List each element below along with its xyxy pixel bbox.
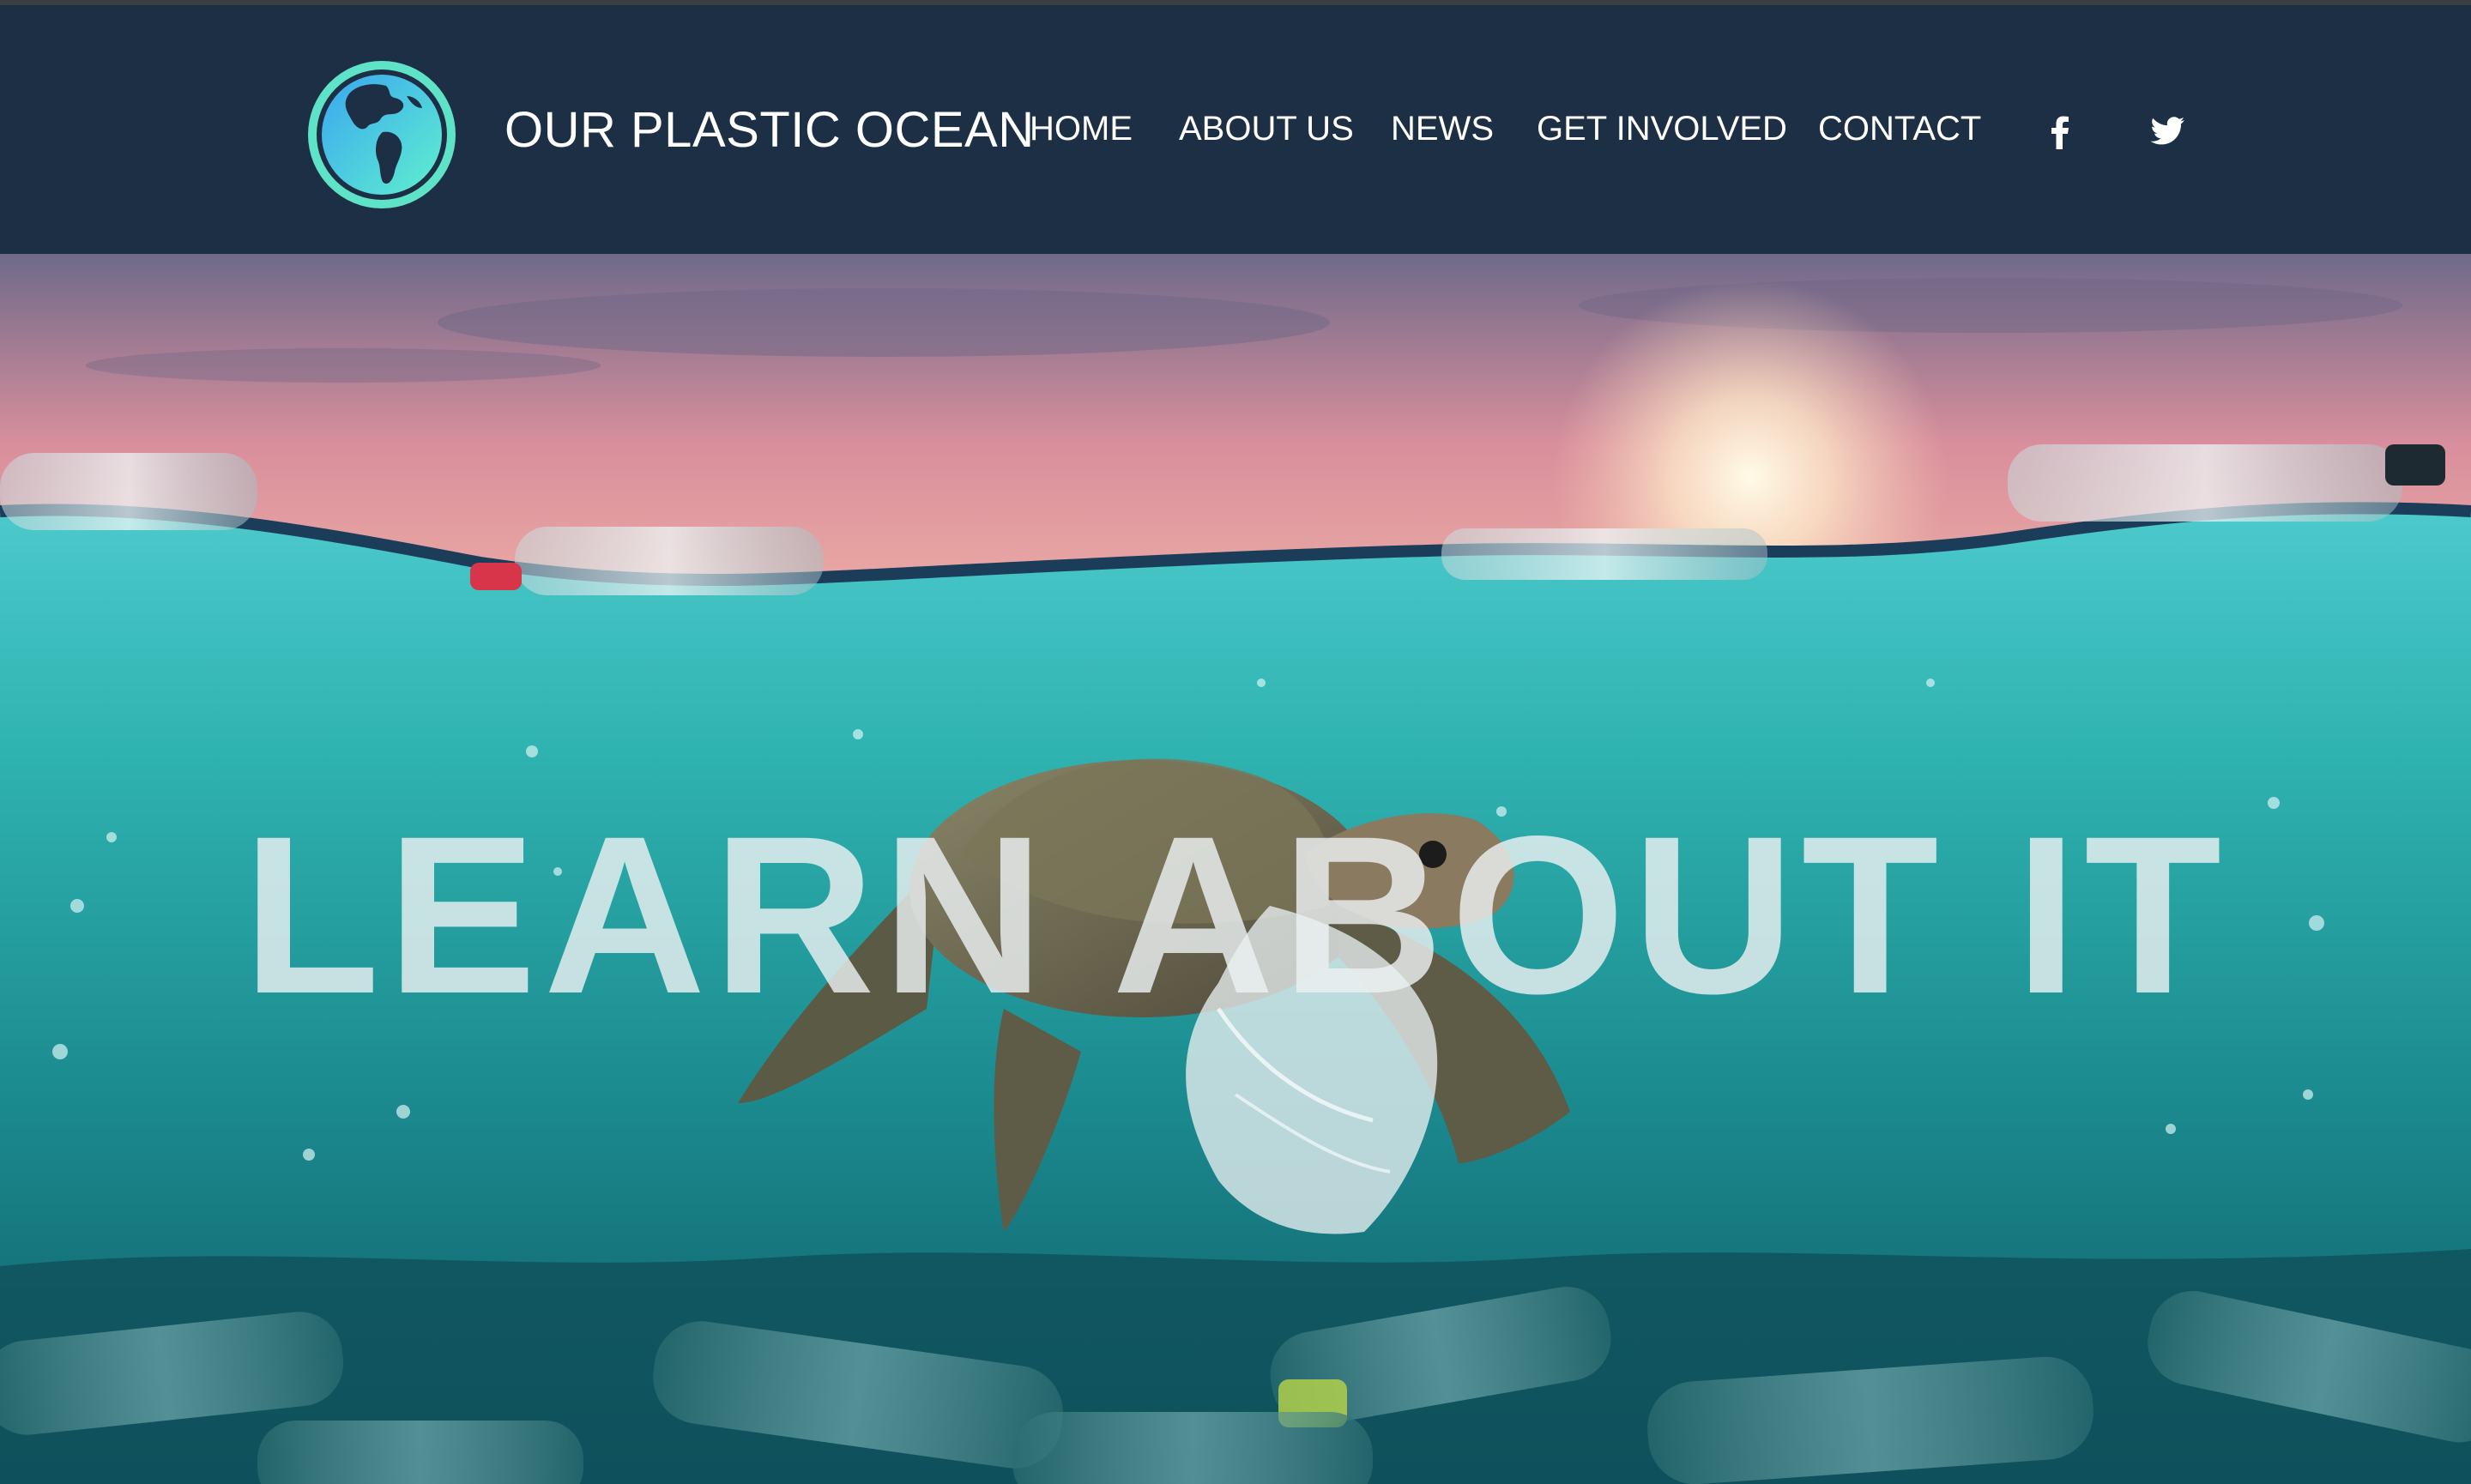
nav-item-home[interactable]: HOME [1030, 110, 1133, 148]
nav-item-get-involved[interactable]: GET INVOLVED [1537, 110, 1787, 148]
site-title[interactable]: OUR PLASTIC OCEAN [504, 101, 1035, 159]
nav-item-contact[interactable]: CONTACT [1818, 110, 1981, 148]
twitter-icon[interactable] [2148, 112, 2188, 151]
nav-item-about-us[interactable]: ABOUT US [1179, 110, 1354, 148]
globe-icon[interactable] [305, 58, 458, 211]
nav-item-news[interactable]: NEWS [1391, 110, 1494, 148]
hero-section: LEARN ABOUT IT [0, 254, 2471, 1484]
facebook-icon[interactable] [2040, 112, 2080, 151]
site-header: OUR PLASTIC OCEAN HOME ABOUT US NEWS GET… [0, 5, 2471, 254]
hero-headline: LEARN ABOUT IT [242, 789, 2229, 1041]
